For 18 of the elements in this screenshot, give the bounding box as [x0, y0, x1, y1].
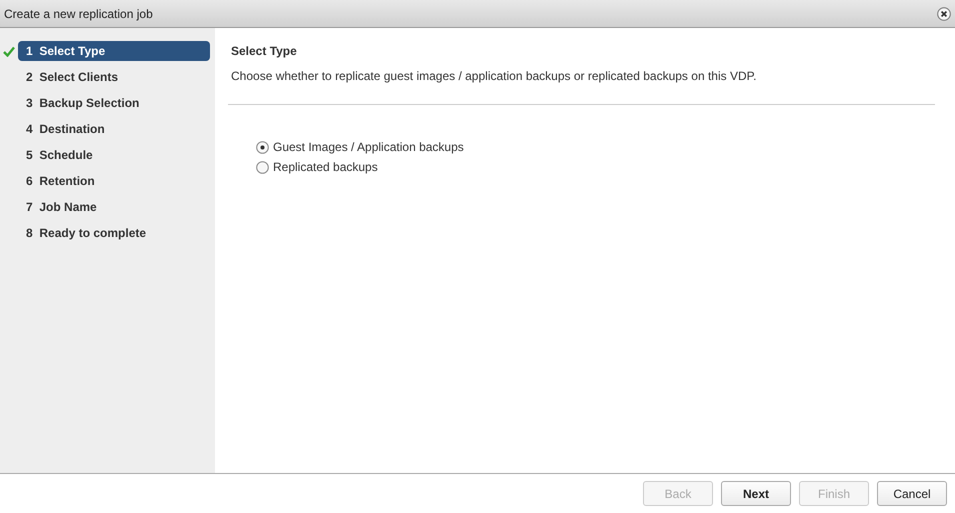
radio-option[interactable]: Replicated backups — [256, 160, 935, 174]
wizard-step[interactable]: 5 Schedule — [18, 145, 210, 165]
radio-button[interactable] — [256, 140, 269, 154]
wizard-button[interactable]: Cancel — [877, 481, 947, 506]
wizard-step[interactable]: 7 Job Name — [18, 197, 210, 217]
radio-button[interactable] — [256, 160, 269, 174]
wizard-button[interactable]: Next — [721, 481, 791, 506]
wizard-step[interactable]: 4 Destination — [18, 119, 210, 139]
page-description: Choose whether to replicate guest images / application backups or replicated backups on this VDP. — [231, 69, 758, 83]
wizard-step[interactable]: 1 Select Type — [18, 41, 210, 61]
close-icon[interactable] — [937, 6, 951, 20]
wizard-step[interactable]: 2 Select Clients — [18, 67, 210, 87]
wizard-step[interactable]: 8 Ready to complete — [18, 223, 210, 243]
wizard-step[interactable]: 3 Backup Selection — [18, 93, 210, 113]
radio-option[interactable]: Guest Images / Application backups — [256, 140, 935, 154]
wizard-step[interactable]: 6 Retention — [18, 171, 210, 191]
window-title: Create a new replication job — [4, 6, 153, 20]
page-heading: Select Type — [231, 44, 298, 58]
